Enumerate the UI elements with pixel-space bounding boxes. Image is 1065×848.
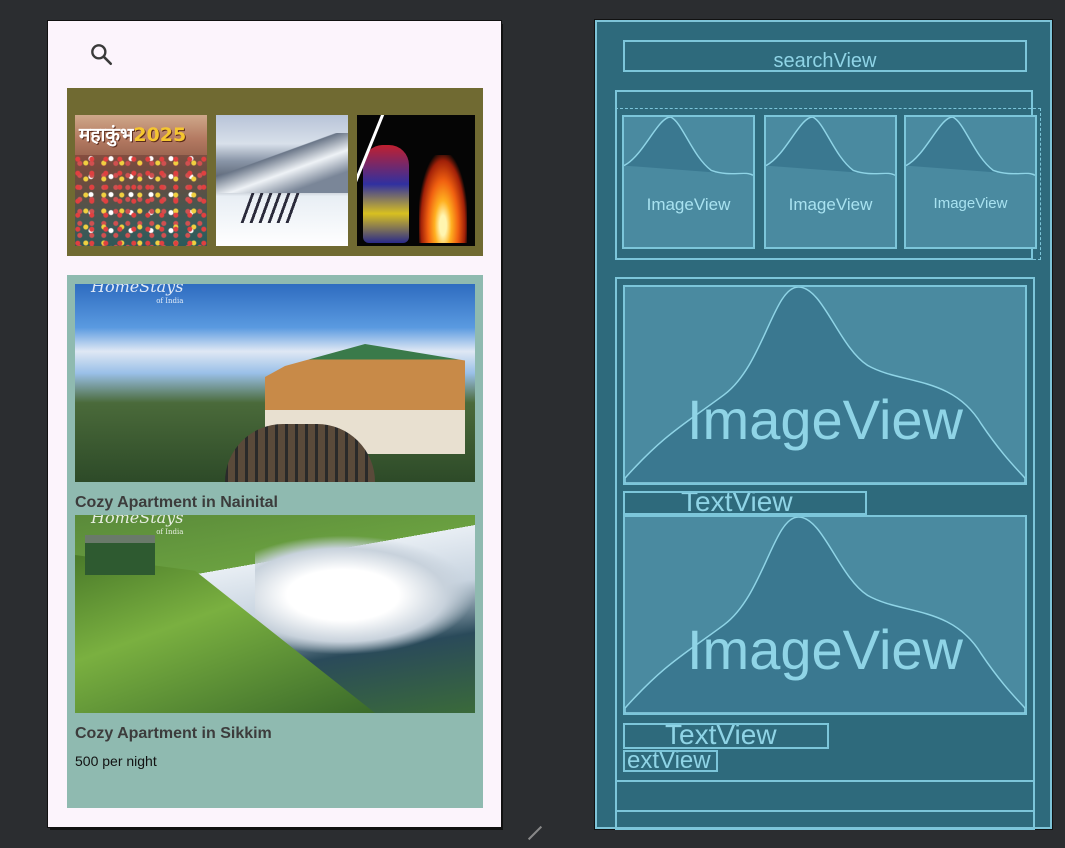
blueprint-preview: searchView ImageView ImageView ImageView… [595, 20, 1052, 830]
dancer-image [363, 145, 409, 243]
image-placeholder-icon [625, 517, 1025, 713]
banner-crowd-image [75, 155, 207, 246]
resize-handle[interactable] [527, 825, 543, 841]
blueprint-image-view[interactable]: ImageView [623, 285, 1027, 485]
bonfire-image [419, 155, 467, 243]
blueprint-image-view[interactable]: ImageView [622, 115, 755, 249]
blueprint-search-view[interactable]: searchView [623, 40, 1027, 72]
clouds-image [255, 535, 475, 655]
listing-image-sikkim[interactable]: HomeStays of India [75, 515, 475, 713]
banner-title: महाकुंभ2025 [79, 124, 187, 146]
image-placeholder-icon [625, 287, 1025, 483]
watermark: HomeStays of India [91, 284, 184, 305]
listing-list[interactable]: HomeStays of India Cozy Apartment in Nain… [67, 275, 483, 808]
houses-image [85, 535, 155, 575]
blueprint-image-view[interactable]: ImageView [764, 115, 897, 249]
mountain-image [216, 133, 348, 193]
search-view[interactable] [48, 21, 501, 87]
blueprint-image-view[interactable]: ImageView [904, 115, 1037, 249]
blueprint-text-view[interactable]: TextView [623, 723, 829, 749]
watermark: HomeStays of India [91, 515, 184, 536]
blueprint-footer-view[interactable] [615, 780, 1035, 812]
listing-image-nainital[interactable]: HomeStays of India [75, 284, 475, 482]
trekkers-image [240, 193, 302, 223]
blueprint-image-view[interactable]: ImageView [623, 515, 1027, 715]
blueprint-label: ImageView [686, 618, 963, 681]
blueprint-label: ImageView [646, 195, 731, 214]
blueprint-text-view[interactable]: extView [623, 750, 718, 772]
blueprint-label: ImageView [788, 195, 873, 214]
banner-festival[interactable] [357, 115, 475, 246]
listing-title: Cozy Apartment in Sikkim [75, 725, 272, 742]
listing-title: Cozy Apartment in Nainital [75, 494, 278, 511]
design-preview: महाकुंभ2025 HomeStays of India Cozy Apart… [48, 21, 501, 827]
search-icon[interactable] [88, 41, 114, 67]
banner-carousel[interactable]: महाकुंभ2025 [67, 88, 483, 256]
blueprint-label: ImageView [686, 388, 963, 451]
blueprint-text-view[interactable]: TextView [623, 491, 867, 515]
blueprint-label: ImageView [933, 195, 1008, 212]
banner-snow-trek[interactable] [216, 115, 348, 246]
banner-mahakumbh[interactable]: महाकुंभ2025 [75, 115, 207, 246]
listing-price: 500 per night [75, 753, 157, 769]
